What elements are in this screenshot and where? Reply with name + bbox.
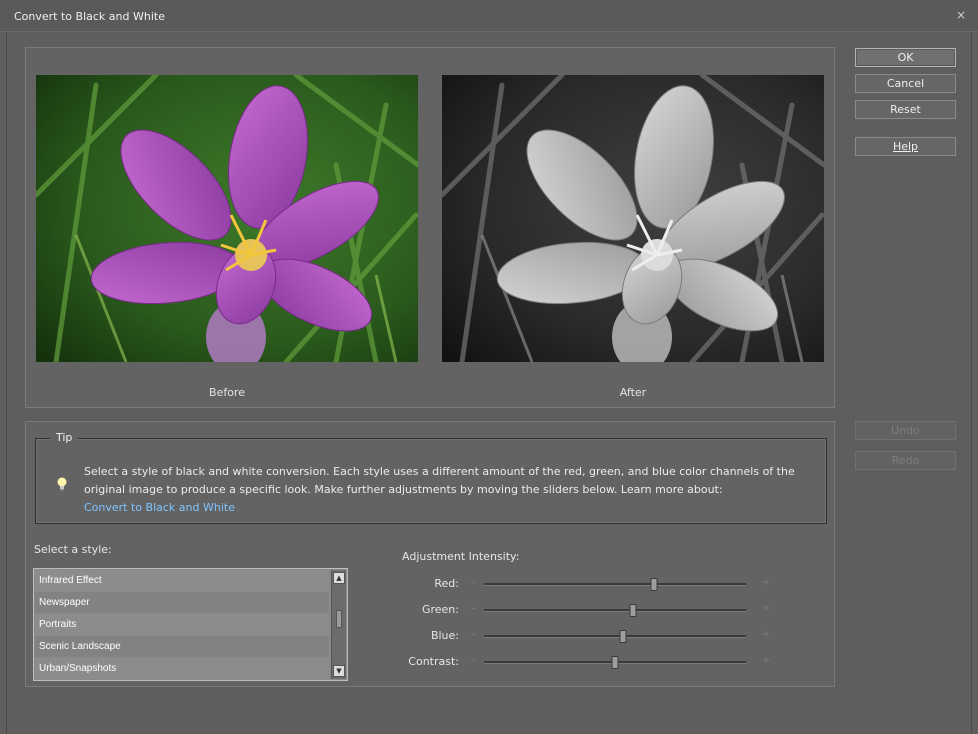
after-image xyxy=(442,75,824,362)
before-label: Before xyxy=(209,386,245,399)
minus-icon: – xyxy=(471,577,476,588)
close-icon[interactable]: × xyxy=(954,8,968,22)
style-list-scrollbar[interactable]: ▲ ▼ xyxy=(331,570,346,679)
green-slider-track[interactable] xyxy=(484,604,746,617)
tip-box: Tip Select a style of black and white co… xyxy=(35,431,827,524)
before-image xyxy=(36,75,418,362)
contrast-slider-thumb[interactable] xyxy=(611,656,619,669)
redo-button[interactable]: Redo xyxy=(855,451,956,470)
ok-button[interactable]: OK xyxy=(855,48,956,67)
plus-icon: + xyxy=(762,577,771,588)
lightbulb-icon xyxy=(57,477,67,491)
list-item[interactable]: Portraits xyxy=(35,614,329,635)
title-bar: Convert to Black and White × xyxy=(0,0,978,32)
tip-description: Select a style of black and white conver… xyxy=(84,465,795,496)
red-slider-track[interactable] xyxy=(484,578,746,591)
list-item[interactable]: Infrared Effect xyxy=(35,570,329,591)
style-list[interactable]: Infrared Effect Newspaper Portraits Scen… xyxy=(33,568,348,681)
dialog-title: Convert to Black and White xyxy=(14,10,165,23)
red-slider-thumb[interactable] xyxy=(650,578,658,591)
tip-legend: Tip xyxy=(50,431,79,444)
blue-slider-thumb[interactable] xyxy=(619,630,627,643)
tip-text: Select a style of black and white conver… xyxy=(84,463,814,517)
red-slider-row: Red: – + xyxy=(386,574,770,594)
contrast-slider-row: Contrast: – + xyxy=(386,652,770,672)
scroll-down-icon[interactable]: ▼ xyxy=(333,665,345,677)
list-item[interactable]: Scenic Landscape xyxy=(35,636,329,657)
undo-button[interactable]: Undo xyxy=(855,421,956,440)
slider-label: Green: xyxy=(421,603,459,616)
green-slider-thumb[interactable] xyxy=(629,604,637,617)
slider-label: Blue: xyxy=(430,629,459,642)
cancel-button[interactable]: Cancel xyxy=(855,74,956,93)
list-item[interactable]: Urban/Snapshots xyxy=(35,658,329,679)
plus-icon: + xyxy=(762,655,771,666)
plus-icon: + xyxy=(762,603,771,614)
scroll-up-icon[interactable]: ▲ xyxy=(333,572,345,584)
blue-slider-track[interactable] xyxy=(484,630,746,643)
contrast-slider-track[interactable] xyxy=(484,656,746,669)
help-button[interactable]: Help xyxy=(855,137,956,156)
blue-slider-row: Blue: – + xyxy=(386,626,770,646)
slider-label: Contrast: xyxy=(408,655,459,668)
plus-icon: + xyxy=(762,629,771,640)
options-panel: Tip Select a style of black and white co… xyxy=(25,421,835,687)
minus-icon: – xyxy=(471,655,476,666)
minus-icon: – xyxy=(471,629,476,640)
scroll-thumb[interactable] xyxy=(336,610,342,628)
preview-panel: Before After xyxy=(25,47,835,408)
slider-label: Red: xyxy=(434,577,459,590)
adjustment-intensity-label: Adjustment Intensity: xyxy=(402,550,520,563)
minus-icon: – xyxy=(471,603,476,614)
green-slider-row: Green: – + xyxy=(386,600,770,620)
select-style-label: Select a style: xyxy=(34,543,112,556)
list-item[interactable]: Newspaper xyxy=(35,592,329,613)
after-label: After xyxy=(619,386,647,399)
learn-more-link[interactable]: Convert to Black and White xyxy=(84,499,814,517)
reset-button[interactable]: Reset xyxy=(855,100,956,119)
